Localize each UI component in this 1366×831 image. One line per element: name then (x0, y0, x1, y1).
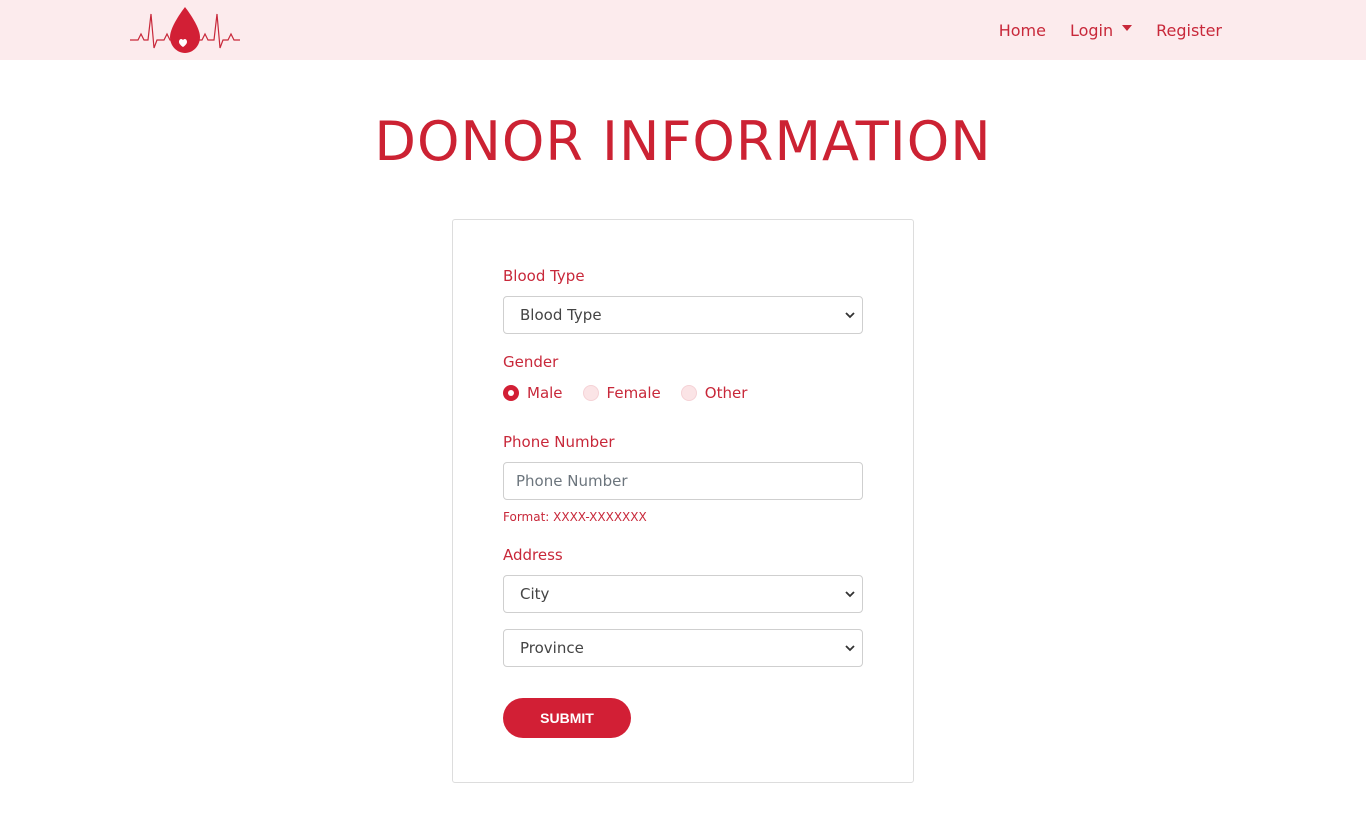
page-title: DONOR INFORMATION (374, 110, 992, 173)
gender-label: Gender (503, 353, 559, 371)
city-value: City (520, 585, 550, 603)
nav-register-link[interactable]: Register (1156, 21, 1222, 40)
blood-type-select[interactable]: Blood Type (503, 296, 863, 334)
gender-female-radio[interactable] (582, 385, 599, 401)
blood-type-label: Blood Type (503, 267, 585, 285)
gender-other-label[interactable]: Other (705, 384, 748, 402)
gender-female-label[interactable]: Female (607, 384, 661, 402)
chevron-down-icon (845, 591, 855, 598)
province-select[interactable]: Province (503, 629, 863, 667)
phone-placeholder: Phone Number (516, 472, 628, 490)
blood-type-value: Blood Type (520, 306, 602, 324)
phone-input[interactable]: Phone Number (503, 462, 863, 500)
chevron-down-icon (845, 645, 855, 652)
donor-form-card: Blood Type Blood Type Gender Male Female… (452, 219, 914, 783)
gender-other-radio[interactable] (680, 385, 697, 401)
gender-male-radio[interactable] (503, 385, 519, 401)
nav-login-label: Login (1069, 20, 1114, 40)
gender-male-label[interactable]: Male (527, 384, 563, 402)
city-select[interactable]: City (503, 575, 863, 613)
phone-label: Phone Number (503, 433, 615, 451)
nav-home-link[interactable]: Home (999, 21, 1046, 40)
gender-radio-group: Male Female Other (503, 384, 767, 402)
submit-button[interactable]: SUBMIT (503, 698, 631, 738)
province-value: Province (520, 639, 584, 657)
nav-login-dropdown[interactable]: Login (1069, 20, 1133, 40)
navbar: Home Login Register (0, 0, 1366, 60)
chevron-down-icon (845, 312, 855, 319)
caret-down-icon (1122, 25, 1133, 31)
phone-format-hint: Format: XXXX-XXXXXXX (503, 510, 647, 524)
blood-drop-heartbeat-icon[interactable] (128, 4, 242, 56)
address-label: Address (503, 546, 563, 564)
